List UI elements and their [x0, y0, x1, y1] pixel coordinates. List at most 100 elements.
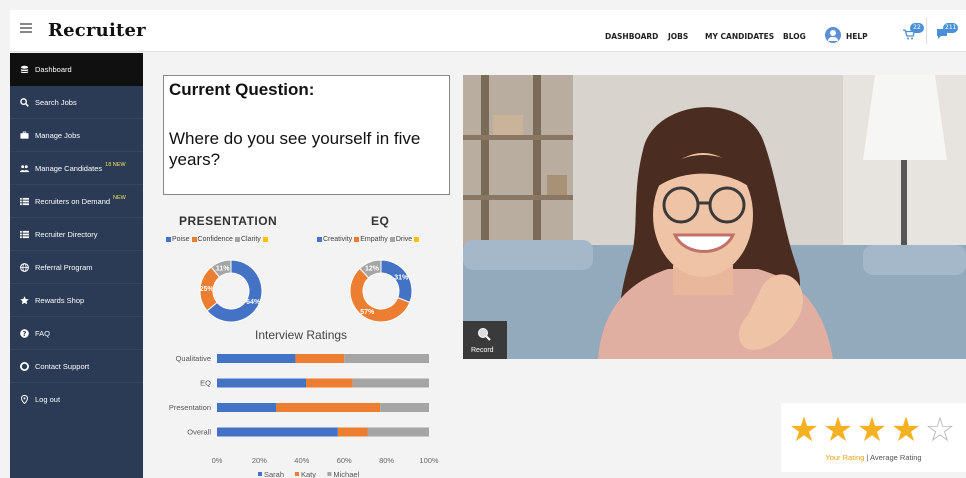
- bar-segment: [352, 378, 429, 388]
- legend-swatch: [191, 237, 197, 242]
- topbar-divider: [926, 18, 927, 44]
- star-rating[interactable]: ★ ★ ★ ★ ☆: [787, 413, 957, 447]
- sidebar-item-log-out[interactable]: Log out: [10, 383, 143, 416]
- bar-segment: [217, 403, 277, 412]
- candidate-video[interactable]: Record: [463, 75, 966, 359]
- star-icon[interactable]: ★: [855, 413, 889, 447]
- presentation-chart-title: PRESENTATION: [179, 214, 278, 228]
- nav-my-candidates[interactable]: MY CANDIDATES: [705, 32, 774, 41]
- x-tick-label: 40%: [294, 456, 309, 465]
- rating-widget: ★ ★ ★ ★ ☆ Your Rating | Average Rating: [781, 403, 966, 472]
- nav-help[interactable]: HELP: [846, 32, 868, 41]
- sidebar-item-label: FAQ: [35, 328, 51, 338]
- nav-jobs[interactable]: JOBS: [668, 32, 688, 41]
- legend-swatch: [389, 237, 395, 242]
- sidebar-item-manage-jobs[interactable]: Manage Jobs: [10, 119, 143, 152]
- sidebar-item-contact-support[interactable]: Contact Support: [10, 350, 143, 383]
- average-rating-tab[interactable]: Average Rating: [870, 453, 922, 462]
- lifebuoy-icon: [20, 361, 29, 371]
- interview-ratings-title: Interview Ratings: [255, 328, 348, 342]
- legend-swatch: [317, 237, 322, 242]
- sidebar-item-label: Recruiter Directory: [35, 229, 98, 239]
- sidebar-item-dashboard[interactable]: Dashboard: [10, 53, 143, 86]
- location-icon: [21, 395, 28, 404]
- legend-swatch: [414, 237, 420, 242]
- record-button[interactable]: Record: [463, 321, 507, 359]
- sidebar-item-label: Contact Support: [35, 361, 90, 371]
- candidate-photo: [463, 75, 966, 359]
- legend-swatch: [327, 472, 332, 476]
- hamburger-menu-icon[interactable]: [20, 23, 32, 33]
- legend-label: Sarah: [264, 470, 284, 478]
- sidebar-item-recruiter-directory[interactable]: Recruiter Directory: [10, 218, 143, 251]
- eq-chart-title: EQ: [371, 214, 390, 228]
- star-outline-icon[interactable]: ☆: [923, 413, 957, 447]
- x-tick-label: 80%: [379, 456, 394, 465]
- search-icon: [20, 97, 29, 107]
- cart-badge: 22: [910, 23, 924, 33]
- nav-blog[interactable]: BLOG: [783, 32, 806, 41]
- your-rating-tab[interactable]: Your Rating: [825, 453, 864, 462]
- globe-icon: [20, 262, 29, 272]
- sidebar: Dashboard Search Jobs Manage Jobs Manage…: [10, 53, 143, 478]
- bar-segment: [295, 354, 345, 363]
- svg-text:?: ?: [23, 330, 27, 338]
- nav-dashboard[interactable]: DASHBOARD: [605, 32, 658, 41]
- bar-segment: [380, 403, 429, 412]
- question-text: Where do you see yourself in five years?: [169, 129, 421, 169]
- magnifier-icon: [478, 328, 491, 341]
- dashboard-icon: [20, 65, 29, 74]
- bar-segment: [217, 427, 338, 437]
- users-icon: [20, 164, 29, 172]
- legend-item: [414, 237, 420, 242]
- x-tick-label: 20%: [252, 456, 267, 465]
- legend-swatch: [166, 237, 171, 242]
- bar-segment: [217, 354, 296, 363]
- category-label: Qualitative: [176, 354, 211, 363]
- rating-caption: Your Rating | Average Rating: [781, 453, 966, 462]
- legend-item: Drive: [389, 236, 412, 243]
- record-label: Record: [471, 347, 494, 354]
- legend-item: Confidence: [191, 236, 233, 243]
- star-icon[interactable]: ★: [821, 413, 855, 447]
- bar-segment: [337, 427, 368, 437]
- legend-item: Poise: [166, 236, 190, 243]
- new-badge: 18 NEW: [105, 162, 126, 168]
- star-icon[interactable]: ★: [889, 413, 923, 447]
- presentation-legend: Poise Confidence Clarity: [166, 236, 271, 243]
- sidebar-item-label: Manage Jobs: [35, 130, 81, 140]
- list-icon: [20, 230, 29, 238]
- legend-label: Michael: [333, 470, 359, 478]
- question-heading: Current Question:: [169, 80, 315, 99]
- legend-label: Confidence: [197, 236, 233, 243]
- sidebar-item-rewards-shop[interactable]: Rewards Shop: [10, 284, 143, 317]
- cart-button[interactable]: 22: [902, 23, 924, 45]
- legend-item: Creativity: [317, 236, 352, 243]
- sidebar-item-faq[interactable]: ? FAQ: [10, 317, 143, 350]
- sidebar-item-recruiters-on-demand[interactable]: Recruiters on Demand NEW: [10, 185, 143, 218]
- legend-swatch: [234, 237, 240, 242]
- legend-label: Empathy: [360, 236, 388, 243]
- legend-label: Creativity: [323, 236, 353, 243]
- legend-item: Clarity: [234, 236, 261, 243]
- bar-segment: [276, 403, 381, 412]
- presentation-donut-chart: 64% 25% 11%: [199, 259, 263, 323]
- bar-segment: [217, 378, 307, 388]
- sidebar-item-search-jobs[interactable]: Search Jobs: [10, 86, 143, 119]
- sidebar-item-label: Referral Program: [35, 262, 93, 272]
- star-icon[interactable]: ★: [787, 413, 821, 447]
- legend-label: Clarity: [240, 236, 261, 243]
- sidebar-item-referral-program[interactable]: Referral Program: [10, 251, 143, 284]
- brand-logo[interactable]: Recruiter: [48, 20, 146, 41]
- messages-button[interactable]: 211: [935, 23, 959, 45]
- sidebar-item-manage-candidates[interactable]: Manage Candidates 18 NEW: [10, 152, 143, 185]
- eq-legend: Creativity Empathy Drive: [317, 236, 422, 243]
- rating-separator: |: [866, 453, 869, 462]
- eq-donut-chart: 31% 57% 12%: [349, 259, 413, 323]
- legend-swatch: [354, 237, 360, 242]
- briefcase-icon: [20, 131, 29, 139]
- sidebar-item-label: Rewards Shop: [35, 295, 85, 305]
- messages-badge: 211: [943, 23, 959, 33]
- x-tick-label: 0%: [212, 456, 223, 465]
- help-avatar-icon[interactable]: [825, 27, 841, 43]
